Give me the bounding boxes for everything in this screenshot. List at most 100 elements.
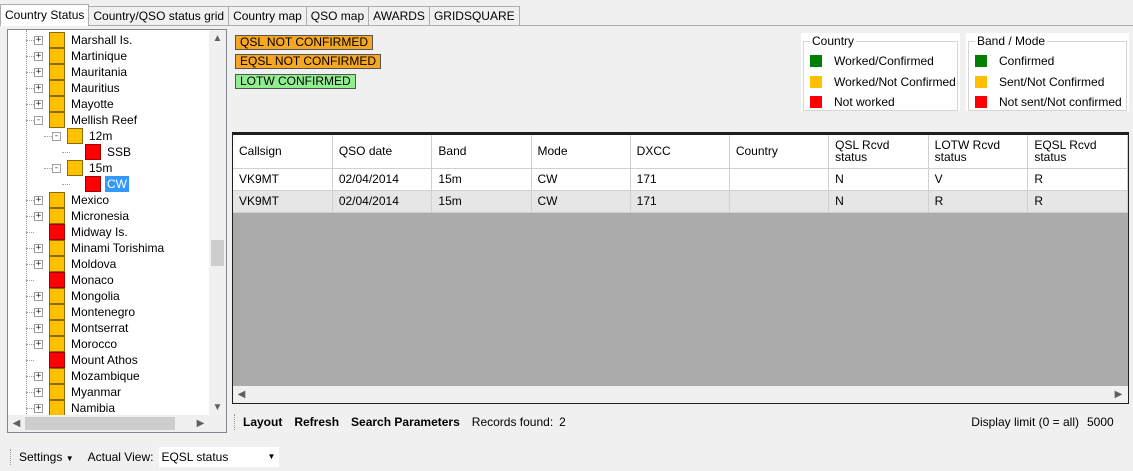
tree-item[interactable]: Midway Is. <box>34 224 130 240</box>
table-cell[interactable]: CW <box>531 168 631 191</box>
expand-icon[interactable]: + <box>34 243 43 253</box>
tab-qso-map[interactable]: QSO map <box>305 6 370 26</box>
tree-item[interactable]: + Moldova <box>34 256 118 272</box>
refresh-button[interactable]: Refresh <box>294 415 339 429</box>
tree-item[interactable]: SSB <box>70 144 133 160</box>
tree-item[interactable]: + Mayotte <box>34 96 116 112</box>
tree-item[interactable]: + Montserrat <box>34 320 130 336</box>
expand-icon[interactable]: + <box>34 211 43 221</box>
tab-country-status[interactable]: Country Status <box>0 4 90 26</box>
table-cell[interactable]: 02/04/2014 <box>332 190 433 213</box>
tree-vertical-scrollbar[interactable]: ▲ ▼ <box>209 30 226 416</box>
column-header[interactable]: DXCC <box>630 133 730 169</box>
table-row[interactable]: VK9MT 02/04/2014 15m CW 171 N R R <box>233 190 1128 213</box>
table-cell[interactable]: N <box>828 190 929 213</box>
settings-dropdown[interactable]: Settings ▼ <box>19 450 74 464</box>
tab-country-map[interactable]: Country map <box>228 6 307 26</box>
tree-item[interactable]: + Mexico <box>34 192 111 208</box>
tree-item[interactable]: Monaco <box>34 272 116 288</box>
table-cell[interactable]: 15m <box>431 168 532 191</box>
table-cell[interactable]: 02/04/2014 <box>332 168 433 191</box>
column-header[interactable]: LOTW Rcvd status <box>928 133 1029 169</box>
tree-item[interactable]: Mount Athos <box>34 352 140 368</box>
column-header[interactable]: Band <box>431 133 532 169</box>
tree-item[interactable]: + Micronesia <box>34 208 131 224</box>
column-header[interactable]: Country <box>729 133 830 169</box>
display-limit-input[interactable]: 5000 <box>1083 413 1123 431</box>
scroll-down-icon[interactable]: ▼ <box>209 399 226 416</box>
tree-item[interactable]: + Martinique <box>34 48 129 64</box>
column-header[interactable]: EQSL Rcvd status <box>1027 133 1128 169</box>
collapse-icon[interactable]: - <box>52 131 61 141</box>
column-header[interactable]: Callsign <box>233 133 333 169</box>
expand-icon[interactable]: + <box>34 291 43 301</box>
tree-item[interactable]: + Myanmar <box>34 384 123 400</box>
tree-horizontal-scrollbar[interactable]: ◀ ▶ <box>8 415 226 432</box>
table-cell[interactable]: N <box>828 168 929 191</box>
tab-gridsquare[interactable]: GRIDSQUARE <box>428 6 520 26</box>
collapse-icon[interactable]: - <box>34 115 43 125</box>
column-header-label: status <box>934 150 967 165</box>
actual-view-combo[interactable]: EQSL status ▼ <box>159 446 280 467</box>
tree-item[interactable]: + Marshall Is. <box>34 32 134 48</box>
table-cell[interactable]: 171 <box>630 190 730 213</box>
expand-icon[interactable]: + <box>34 99 43 109</box>
expand-icon[interactable]: + <box>34 387 43 397</box>
expand-icon[interactable]: + <box>34 339 43 349</box>
tree-item[interactable]: + Minami Torishima <box>34 240 166 256</box>
tree-item[interactable]: + Mongolia <box>34 288 122 304</box>
table-row[interactable]: VK9MT 02/04/2014 15m CW 171 N V R <box>233 168 1128 191</box>
tree-item[interactable]: + Mozambique <box>34 368 142 384</box>
expand-icon[interactable]: + <box>34 51 43 61</box>
tree-item[interactable]: - 15m <box>52 160 114 176</box>
scroll-right-icon[interactable]: ▶ <box>192 415 209 432</box>
scroll-up-icon[interactable]: ▲ <box>209 30 226 47</box>
grid-horizontal-scrollbar[interactable]: ◀ ▶ <box>233 386 1128 403</box>
expand-icon[interactable]: + <box>34 195 43 205</box>
tree-item[interactable]: - 12m <box>52 128 114 144</box>
tree-item[interactable]: + Montenegro <box>34 304 137 320</box>
table-cell[interactable]: 171 <box>630 168 730 191</box>
tree-item[interactable]: CW <box>70 176 129 192</box>
table-cell[interactable] <box>729 168 830 191</box>
tree-item[interactable]: - Mellish Reef <box>34 112 139 128</box>
expand-icon[interactable]: + <box>34 371 43 381</box>
table-cell[interactable] <box>729 190 830 213</box>
tree-connector <box>62 184 70 185</box>
legend-worked-confirmed: Worked/Confirmed <box>810 54 934 68</box>
tree-hscroll-thumb[interactable] <box>25 417 175 430</box>
table-cell[interactable]: V <box>928 168 1029 191</box>
table-cell[interactable]: VK9MT <box>233 168 333 191</box>
column-header[interactable]: QSL Rcvd status <box>828 133 929 169</box>
scroll-right-icon[interactable]: ▶ <box>1110 386 1127 403</box>
tree-item[interactable]: + Morocco <box>34 336 119 352</box>
column-header[interactable]: Mode <box>531 133 631 169</box>
expand-icon[interactable]: + <box>34 307 43 317</box>
tab-country-qso-status-grid[interactable]: Country/QSO status grid <box>88 6 230 26</box>
expand-icon[interactable]: + <box>34 67 43 77</box>
tree-item[interactable]: + Mauritius <box>34 80 122 96</box>
collapse-icon[interactable]: - <box>52 163 61 173</box>
column-header[interactable]: QSO date <box>332 133 433 169</box>
tree-item[interactable]: + Mauritania <box>34 64 129 80</box>
tab-awards[interactable]: AWARDS <box>368 6 430 26</box>
table-cell[interactable]: R <box>1027 190 1128 213</box>
expand-icon[interactable]: + <box>34 35 43 45</box>
table-cell[interactable]: CW <box>531 190 631 213</box>
expand-icon[interactable]: + <box>34 323 43 333</box>
tree-item[interactable]: + Namibia <box>34 400 117 416</box>
expand-icon[interactable]: + <box>34 259 43 269</box>
table-cell[interactable]: R <box>928 190 1029 213</box>
table-cell[interactable]: R <box>1027 168 1128 191</box>
qso-grid[interactable]: Callsign QSO date Band Mode DXCC Country QSL R… <box>232 132 1129 404</box>
country-tree[interactable]: + Marshall Is. + Martinique + Mauritania + Maur… <box>7 29 227 433</box>
expand-icon[interactable]: + <box>34 83 43 93</box>
table-cell[interactable]: VK9MT <box>233 190 333 213</box>
layout-button[interactable]: Layout <box>243 415 282 429</box>
search-parameters-button[interactable]: Search Parameters <box>351 415 460 429</box>
scroll-left-icon[interactable]: ◀ <box>8 415 25 432</box>
tree-scroll-thumb[interactable] <box>211 240 224 266</box>
scroll-left-icon[interactable]: ◀ <box>233 386 250 403</box>
table-cell[interactable]: 15m <box>431 190 532 213</box>
expand-icon[interactable]: + <box>34 403 43 413</box>
